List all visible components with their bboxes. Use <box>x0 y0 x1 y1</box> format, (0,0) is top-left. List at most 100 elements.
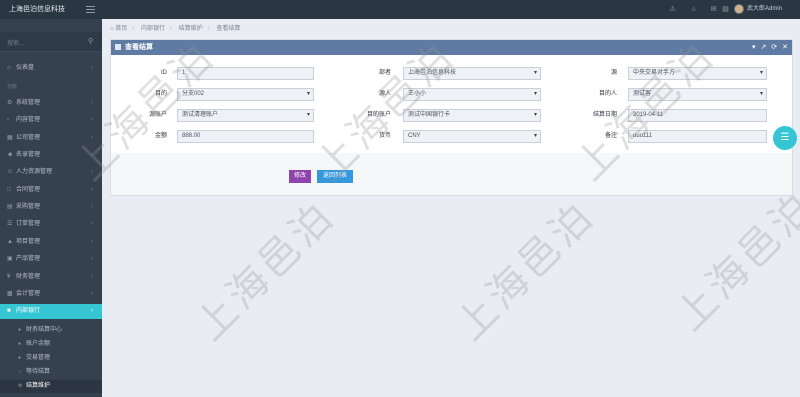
sidebar-item-directory[interactable]: ☻ 名录管理 ‹ <box>0 148 102 163</box>
sidebar-item-internal-bank[interactable]: ■ 内部银行 ‹ <box>0 304 102 319</box>
sidebar-item-content[interactable]: ▫ 内容管理 ‹ <box>0 113 102 128</box>
source-person-select[interactable]: 王小小 <box>403 88 541 101</box>
back-to-list-button[interactable]: 返回列表 <box>317 170 353 183</box>
chevron-icon: ‹ <box>91 256 93 262</box>
file-icon: ▫ <box>7 117 10 123</box>
field-label-destination-account: 目的账户 <box>366 112 391 118</box>
sidebar-subitem-account-balance[interactable]: ● 账户余额 <box>0 338 102 351</box>
breadcrumb-item[interactable]: 内部银行 <box>141 26 165 32</box>
owner-select[interactable]: 上海邑泊信息科技 <box>403 67 541 80</box>
calendar-icon[interactable]: ▤ <box>721 5 730 14</box>
sidebar-item-system[interactable]: ⚙ 系统管理 ‹ <box>0 96 102 111</box>
remarks-field[interactable]: uuu111 <box>628 130 767 143</box>
sidebar-item-order[interactable]: ☰ 订单管理 ‹ <box>0 217 102 232</box>
watermark-text: 上海邑泊 <box>667 182 800 340</box>
chevron-icon: ‹ <box>91 117 93 123</box>
source-select[interactable]: 中央交易对手方 <box>628 67 767 80</box>
building-icon: ▦ <box>7 135 13 141</box>
cart-icon: ▤ <box>7 204 13 210</box>
expand-icon[interactable]: ↗ <box>760 44 766 51</box>
gear-icon: ⚙ <box>18 383 23 389</box>
dot-icon: ● <box>18 355 22 361</box>
bell-icon[interactable]: ⚠ <box>668 5 677 14</box>
sidebar-item-dashboard[interactable]: ⌂ 仪表盘 ‹ <box>0 61 102 76</box>
bank-icon: ■ <box>7 308 11 314</box>
breadcrumb: ⌂ 首页 › 内部银行 › 结算维护 › 查看结算 <box>110 26 241 32</box>
avatar[interactable] <box>734 4 744 14</box>
sidebar: 搜索... ⚲ ⌂ 仪表盘 ‹ 功能 ⚙ 系统管理 ‹ ▫ 内容管理 ‹ ▦ 公司管理 ‹ ☻ 名… <box>0 19 102 397</box>
field-label-currency: 货币 <box>378 133 391 139</box>
field-label-id: ID <box>161 70 167 76</box>
sidebar-subitem-pending[interactable]: ○ 等待结算 <box>0 366 102 379</box>
chevron-icon: ‹ <box>91 239 93 245</box>
sidebar-search[interactable]: 搜索... ⚲ <box>0 32 102 52</box>
order-icon: ☰ <box>7 221 13 227</box>
sidebar-item-hr[interactable]: ☺ 人力资源管理 ‹ <box>0 165 102 180</box>
collapse-icon[interactable]: ▾ <box>752 44 756 51</box>
box-icon: ▣ <box>7 256 13 262</box>
settlement-form: ID 1 部者 上海邑泊信息科技 源 中央交易对手方 目的 分支002 源人 王… <box>111 55 792 153</box>
reload-icon[interactable]: ⟳ <box>771 44 777 51</box>
chevron-icon: ‹ <box>91 135 93 141</box>
sidebar-item-finance[interactable]: ¥ 财务管理 ‹ <box>0 270 102 285</box>
sidebar-subitem-transactions[interactable]: ● 交易管理 <box>0 352 102 365</box>
sidebar-subitem-settlement-maintenance[interactable]: ⚙ 结算维护 <box>0 380 102 393</box>
source-account-select[interactable]: 测试清理账户 <box>177 109 314 122</box>
dot-icon: ● <box>18 341 22 347</box>
dot-icon: ○ <box>18 369 22 375</box>
user-icon: ☻ <box>7 152 14 158</box>
search-input[interactable]: 搜索... <box>7 38 24 47</box>
sidebar-item-company[interactable]: ▦ 公司管理 ‹ <box>0 131 102 146</box>
breadcrumb-item-current: 查看结算 <box>216 26 241 32</box>
settlement-date-field[interactable]: 2019-04-11 <box>628 109 767 122</box>
chevron-icon: ‹ <box>91 291 93 297</box>
panel-header: 查看结算 ▾ ↗ ⟳ ✕ <box>111 40 792 55</box>
edit-button[interactable]: 修改 <box>289 170 311 183</box>
quick-menu-icon[interactable]: ☰ <box>773 126 797 150</box>
watermark-text: 上海邑泊 <box>447 192 605 350</box>
money-icon: ¥ <box>7 274 11 280</box>
breadcrumb-item[interactable]: 首页 <box>115 26 127 32</box>
sidebar-item-contract[interactable]: □ 合同管理 ‹ <box>0 183 102 198</box>
search-icon[interactable]: ⚲ <box>88 37 93 45</box>
sidebar-subitem-settlement-center[interactable]: ● 财务结算中心 <box>0 324 102 337</box>
field-label-source-account: 源账户 <box>148 112 167 118</box>
watermark-text: 上海邑泊 <box>187 192 345 350</box>
field-label-settlement-date: 结算日期 <box>592 112 617 118</box>
sidebar-item-accounting[interactable]: ▩ 会计管理 ‹ <box>0 287 102 302</box>
user-name[interactable]: 武大郎Admin <box>747 0 782 19</box>
field-label-remarks: 备注 <box>604 133 617 139</box>
home-icon: ⌂ <box>110 26 114 32</box>
field-label-source: 源 <box>610 70 617 76</box>
calc-icon: ▩ <box>7 291 13 297</box>
gear-icon: ⚙ <box>7 100 13 106</box>
chevron-icon: ‹ <box>91 152 93 158</box>
chevron-icon: ‹ <box>91 187 93 193</box>
chevron-icon: ‹ <box>91 221 93 227</box>
chevron-icon: ‹ <box>91 274 93 280</box>
inbox-icon[interactable]: ✉ <box>709 5 718 14</box>
settlement-view-panel: 查看结算 ▾ ↗ ⟳ ✕ ID 1 部者 上海邑泊信息科技 源 中央交易对手方 … <box>110 39 793 196</box>
sidebar-item-purchase[interactable]: ▤ 采购管理 ‹ <box>0 200 102 215</box>
dashboard-icon: ⌂ <box>7 65 11 71</box>
menu-toggle-icon[interactable] <box>86 6 95 13</box>
people-icon: ☺ <box>7 169 14 175</box>
project-icon: ▲ <box>7 239 13 245</box>
sidebar-item-product[interactable]: ▣ 产品管理 ‹ <box>0 252 102 267</box>
top-navbar: 上海邑泊信息科技 ⚠ ⌂ ✉ ▤ 武大郎Admin <box>0 0 800 19</box>
breadcrumb-item[interactable]: 结算维护 <box>179 26 203 32</box>
field-label-owner: 部者 <box>378 70 391 76</box>
sidebar-item-project[interactable]: ▲ 项目管理 ‹ <box>0 235 102 250</box>
chevron-icon: ‹ <box>91 204 93 210</box>
destination-select[interactable]: 分支002 <box>177 88 314 101</box>
amount-field[interactable]: 888.00 <box>177 130 314 143</box>
chevron-down-icon: ‹ <box>91 308 93 314</box>
field-label-destination: 目的 <box>154 91 167 97</box>
destination-person-select[interactable]: 测试客 <box>628 88 767 101</box>
destination-account-select[interactable]: 测试中国银行卡 <box>403 109 541 122</box>
id-field[interactable]: 1 <box>177 67 314 80</box>
currency-select[interactable]: CNY <box>403 130 541 143</box>
page-title: 查看结算 <box>125 44 153 51</box>
home-icon[interactable]: ⌂ <box>689 5 698 14</box>
close-icon[interactable]: ✕ <box>782 44 788 51</box>
